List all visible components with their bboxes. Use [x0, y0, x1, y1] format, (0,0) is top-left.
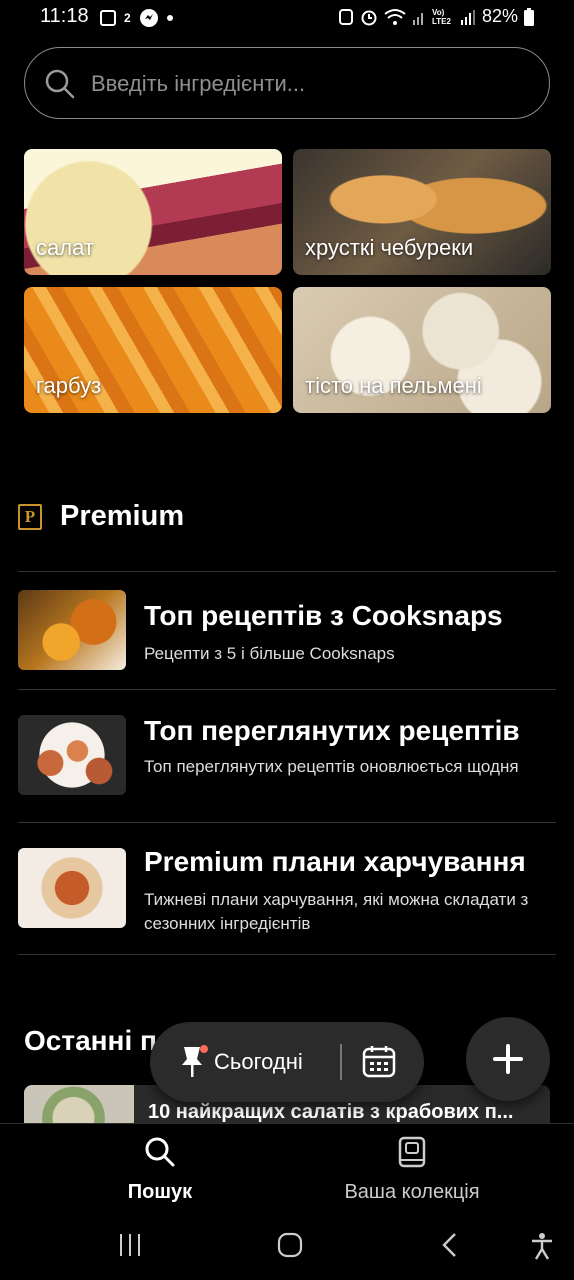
notification-count: 2: [124, 11, 131, 25]
notification-dot: [200, 1045, 208, 1053]
premium-icon: P: [18, 503, 42, 530]
alarm-icon: [361, 10, 377, 25]
recent-card-title: 10 найкращих салатів з крабових п...: [148, 1101, 514, 1123]
category-tile-salad[interactable]: салат: [24, 149, 282, 275]
search-input[interactable]: [91, 66, 521, 102]
today-label: Сьогодні: [214, 1049, 303, 1074]
divider: [18, 822, 556, 823]
system-nav-bar: [0, 1218, 574, 1280]
premium-item-subtitle: Тижневі плани харчування, які можна скла…: [144, 890, 529, 933]
premium-header: P Premium: [18, 500, 184, 533]
premium-item-most-viewed[interactable]: Топ переглянутих рецептів Топ переглянут…: [18, 715, 558, 825]
recent-apps-icon[interactable]: [118, 1232, 142, 1263]
category-label: тісто на пельмені: [305, 373, 482, 398]
premium-item-subtitle: Топ переглянутих рецептів оновлюється що…: [144, 757, 519, 776]
signal-icon-2: [460, 9, 475, 25]
search-bar[interactable]: [24, 47, 550, 119]
recent-section-title: Останні п: [24, 1025, 157, 1056]
more-notifications-dot: [166, 15, 173, 21]
pill-separator: [340, 1044, 342, 1080]
divider: [18, 954, 556, 955]
gallery-icon: [100, 10, 116, 26]
signal-icon: [412, 12, 423, 25]
collection-icon: [398, 1136, 426, 1168]
nav-search[interactable]: Пошук: [60, 1136, 260, 1204]
premium-item-subtitle: Рецепти з 5 і більше Cooksnaps: [144, 644, 395, 663]
nav-collection[interactable]: Ваша колекція: [312, 1136, 512, 1204]
category-tile-chebureky[interactable]: хрусткі чебуреки: [293, 149, 551, 275]
category-label: гарбуз: [36, 373, 102, 398]
today-button[interactable]: Сьогодні: [180, 1022, 303, 1102]
recycle-icon: [338, 8, 353, 25]
nav-collection-label: Ваша колекція: [344, 1181, 480, 1203]
add-recipe-button[interactable]: [466, 1017, 550, 1101]
divider: [18, 571, 556, 572]
premium-item-title: Топ переглянутих рецептів: [144, 715, 520, 746]
premium-item-thumbnail: [18, 715, 126, 795]
messenger-icon: [139, 9, 158, 27]
category-label: хрусткі чебуреки: [305, 235, 474, 260]
wifi-icon: [384, 8, 406, 25]
status-time: 11:18: [40, 5, 89, 27]
status-bar: 11:18 2 Vo) LTE2 82%: [0, 0, 574, 36]
divider: [18, 689, 556, 690]
premium-item-thumbnail: [18, 848, 126, 928]
back-icon[interactable]: [440, 1232, 460, 1263]
network-label: Vo) LTE2: [431, 7, 451, 26]
battery-percent: 82%: [481, 6, 518, 26]
premium-title: Premium: [60, 500, 185, 532]
search-icon: [45, 69, 75, 99]
premium-item-title: Premium плани харчування: [144, 846, 526, 877]
category-tile-dumpling-dough[interactable]: тісто на пельмені: [293, 287, 551, 413]
premium-item-thumbnail: [18, 590, 126, 670]
category-label: салат: [36, 235, 94, 260]
nav-search-label: Пошук: [127, 1181, 193, 1203]
premium-item-title: Топ рецептів з Cooksnaps: [144, 600, 503, 631]
floating-planner-pill: Сьогодні: [150, 1022, 424, 1102]
battery-icon: [524, 7, 534, 26]
category-tile-pumpkin[interactable]: гарбуз: [24, 287, 282, 413]
premium-item-cooksnaps[interactable]: Топ рецептів з Cooksnaps Рецепти з 5 і б…: [18, 590, 558, 690]
search-icon: [145, 1137, 175, 1167]
bottom-nav: Пошук Ваша колекція: [0, 1123, 574, 1218]
pin-icon: [180, 1045, 208, 1079]
premium-item-meal-plans[interactable]: Premium плани харчування Тижневі плани х…: [18, 846, 558, 958]
home-icon[interactable]: [277, 1232, 303, 1263]
calendar-icon[interactable]: [362, 1044, 396, 1078]
accessibility-icon[interactable]: [530, 1232, 554, 1265]
